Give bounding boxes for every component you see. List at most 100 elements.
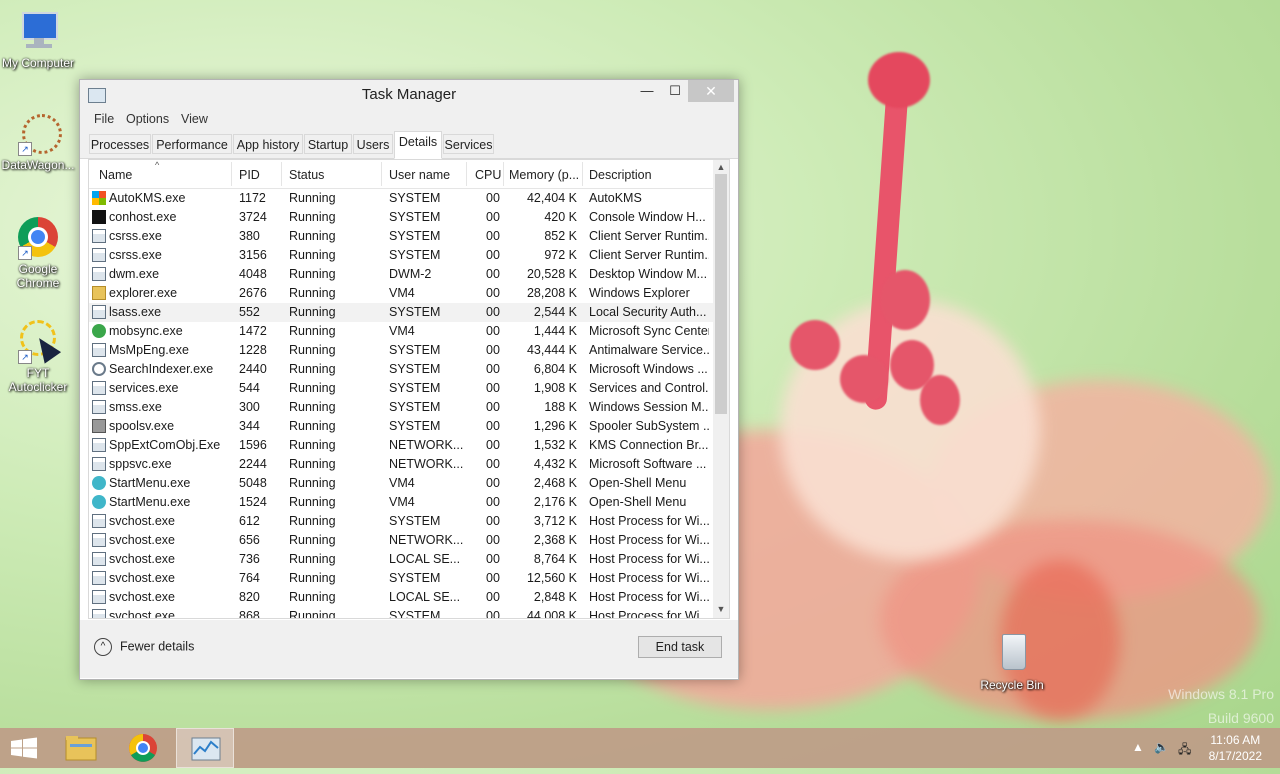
tab-details[interactable]: Details [394,131,442,159]
table-row[interactable]: SearchIndexer.exe 2440 Running SYSTEM 00 6,80… [89,360,713,379]
taskbar-chrome[interactable] [114,728,172,768]
shell-icon [92,476,106,490]
cell-user: SYSTEM [389,305,441,319]
table-row[interactable]: MsMpEng.exe 1228 Running SYSTEM 00 43,444 K An… [89,341,713,360]
cell-desc: Host Process for Wi... [589,552,709,566]
desktop-icon-my-computer[interactable]: My Computer [0,10,76,70]
cell-cpu: 00 [486,533,500,547]
title-bar[interactable]: Task Manager — ☐ ✕ [80,80,738,110]
tab-processes[interactable]: Processes [89,134,151,154]
taskbar-task-manager[interactable] [176,728,234,768]
app-icon [92,343,106,357]
table-row[interactable]: svchost.exe 612 Running SYSTEM 00 3,712 K Host… [89,512,713,531]
app-icon [92,438,106,452]
table-row[interactable]: svchost.exe 868 Running SYSTEM 00 44,008 K Hos… [89,607,713,618]
show-hidden-icons-icon[interactable]: ▲ [1132,740,1144,754]
scroll-up-arrow-icon[interactable]: ▲ [713,162,729,172]
cell-desc: Desktop Window M... [589,267,708,281]
tab-startup[interactable]: Startup [304,134,352,154]
clock[interactable]: 11:06 AM 8/17/2022 [1209,732,1262,764]
search-icon [92,362,106,376]
fewer-details-link[interactable]: ^ Fewer details [94,638,194,656]
cell-mem: 852 K [544,229,577,243]
cell-desc: Microsoft Windows ... [589,362,708,376]
table-row[interactable]: lsass.exe 552 Running SYSTEM 00 2,544 K Local … [89,303,713,322]
cell-name: sppsvc.exe [109,457,172,471]
cell-user: SYSTEM [389,400,441,414]
cell-cpu: 00 [486,514,500,528]
network-icon[interactable]: 🖧 [1178,740,1191,761]
end-task-button[interactable]: End task [638,636,722,658]
table-row[interactable]: StartMenu.exe 1524 Running VM4 00 2,176 K Open… [89,493,713,512]
cell-cpu: 00 [486,476,500,490]
minimize-button[interactable]: — [632,80,662,102]
table-row[interactable]: SppExtComObj.Exe 1596 Running NETWORK... 00 1… [89,436,713,455]
table-row[interactable]: explorer.exe 2676 Running VM4 00 28,208 K Wind… [89,284,713,303]
cell-user: LOCAL SE... [389,552,461,566]
desktop-icon-recycle-bin[interactable]: Recycle Bin [974,632,1050,692]
cell-cpu: 00 [486,324,500,338]
cell-status: Running [289,248,336,262]
desktop-icon-google-chrome[interactable]: ↗ Google Chrome [0,216,76,290]
cell-cpu: 00 [486,381,500,395]
tab-services[interactable]: Services [443,134,494,154]
table-row[interactable]: AutoKMS.exe 1172 Running SYSTEM 00 42,404 K Au… [89,189,713,208]
table-row[interactable]: svchost.exe 820 Running LOCAL SE... 00 2,848 … [89,588,713,607]
desktop-icon-label: DataWagon... [1,158,75,172]
scroll-thumb[interactable] [715,174,727,414]
table-row[interactable]: svchost.exe 656 Running NETWORK... 00 2,368 K… [89,531,713,550]
col-description[interactable]: Description [589,168,652,182]
table-row[interactable]: svchost.exe 764 Running SYSTEM 00 12,560 K Hos… [89,569,713,588]
app-icon [92,609,106,618]
tab-users[interactable]: Users [353,134,393,154]
ms-logo-icon [92,191,106,205]
volume-muted-icon[interactable]: 🔈 [1154,740,1169,754]
cell-status: Running [289,305,336,319]
file-explorer-icon [65,736,97,761]
cell-cpu: 00 [486,457,500,471]
console-icon [92,210,106,224]
table-row[interactable]: sppsvc.exe 2244 Running NETWORK... 00 4,432 K… [89,455,713,474]
cell-status: Running [289,324,336,338]
desktop-icon-fyt-autoclicker[interactable]: ↗ FYT Autoclicker [0,320,76,394]
vertical-scrollbar[interactable]: ▲ ▼ [713,160,729,618]
desktop-icon-datawagon[interactable]: ↗ DataWagon... [0,112,76,172]
sync-icon [92,324,106,338]
chevron-up-icon: ^ [94,638,112,656]
table-row[interactable]: spoolsv.exe 344 Running SYSTEM 00 1,296 K Spoo… [89,417,713,436]
cell-desc: Windows Session M... [589,400,709,414]
table-row[interactable]: mobsync.exe 1472 Running VM4 00 1,444 K Micros… [89,322,713,341]
menu-file[interactable]: File [94,112,114,126]
taskbar-file-explorer[interactable] [52,728,110,768]
cell-mem: 420 K [544,210,577,224]
cell-name: services.exe [109,381,179,395]
close-button[interactable]: ✕ [688,80,734,102]
cell-mem: 2,468 K [533,476,577,490]
cell-status: Running [289,210,336,224]
menu-options[interactable]: Options [126,112,169,126]
tab-performance[interactable]: Performance [152,134,232,154]
desktop-icon-label: Recycle Bin [980,678,1044,692]
table-row[interactable]: csrss.exe 380 Running SYSTEM 00 852 K Client S… [89,227,713,246]
table-row[interactable]: smss.exe 300 Running SYSTEM 00 188 K Windows S… [89,398,713,417]
col-cpu[interactable]: CPU [475,168,501,182]
table-row[interactable]: svchost.exe 736 Running LOCAL SE... 00 8,764 … [89,550,713,569]
scroll-down-arrow-icon[interactable]: ▼ [713,604,729,614]
col-name[interactable]: Name [99,168,132,182]
table-row[interactable]: conhost.exe 3724 Running SYSTEM 00 420 K Conso… [89,208,713,227]
maximize-button[interactable]: ☐ [660,80,690,102]
table-row[interactable]: csrss.exe 3156 Running SYSTEM 00 972 K Client … [89,246,713,265]
col-status[interactable]: Status [289,168,324,182]
cell-mem: 42,404 K [526,191,577,205]
start-button[interactable] [0,728,58,768]
col-pid[interactable]: PID [239,168,260,182]
table-row[interactable]: services.exe 544 Running SYSTEM 00 1,908 K Ser… [89,379,713,398]
table-row[interactable]: StartMenu.exe 5048 Running VM4 00 2,468 K Open… [89,474,713,493]
col-user-name[interactable]: User name [389,168,450,182]
menu-view[interactable]: View [181,112,208,126]
table-row[interactable]: dwm.exe 4048 Running DWM-2 00 20,528 K Desktop… [89,265,713,284]
tab-app-history[interactable]: App history [233,134,303,154]
cell-mem: 6,804 K [533,362,577,376]
cell-status: Running [289,419,336,433]
col-memory[interactable]: Memory (p... [509,168,579,182]
